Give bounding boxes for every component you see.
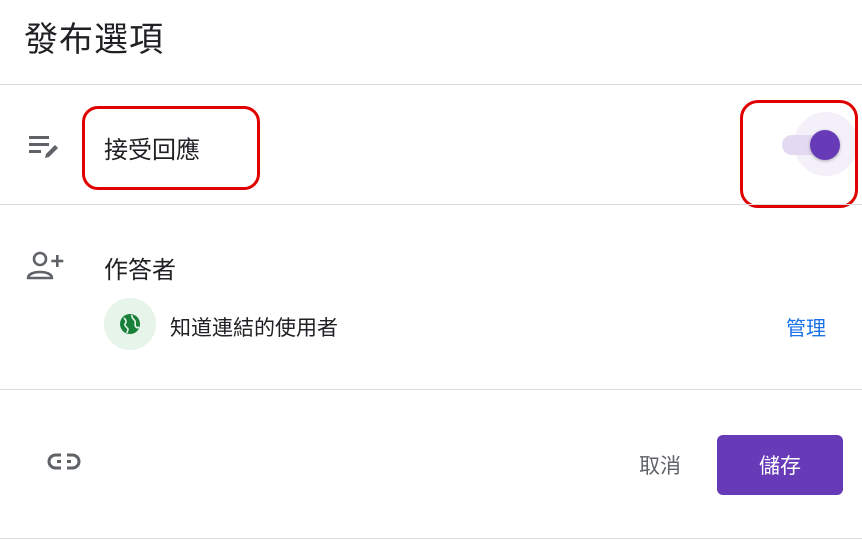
divider xyxy=(0,538,862,539)
manage-link[interactable]: 管理 xyxy=(786,312,826,341)
toggle-highlight-box xyxy=(740,100,858,208)
audience-avatar xyxy=(104,298,156,350)
cancel-button[interactable]: 取消 xyxy=(622,440,698,490)
globe-icon xyxy=(118,312,142,336)
copy-link-button[interactable] xyxy=(44,444,84,480)
publish-options-dialog: 發布選項 接受回應 作答者 知道連結的使用者 管理 取消 儲存 xyxy=(0,0,862,540)
divider xyxy=(0,84,862,85)
divider xyxy=(0,204,862,205)
edit-list-icon xyxy=(27,133,61,161)
divider xyxy=(0,389,862,390)
person-add-icon xyxy=(25,250,65,282)
respondents-label: 作答者 xyxy=(104,256,176,284)
label-highlight-box xyxy=(82,106,260,190)
save-button[interactable]: 儲存 xyxy=(717,435,843,495)
link-icon xyxy=(44,452,84,484)
dialog-title: 發布選項 xyxy=(24,20,164,60)
audience-label: 知道連結的使用者 xyxy=(170,316,338,340)
